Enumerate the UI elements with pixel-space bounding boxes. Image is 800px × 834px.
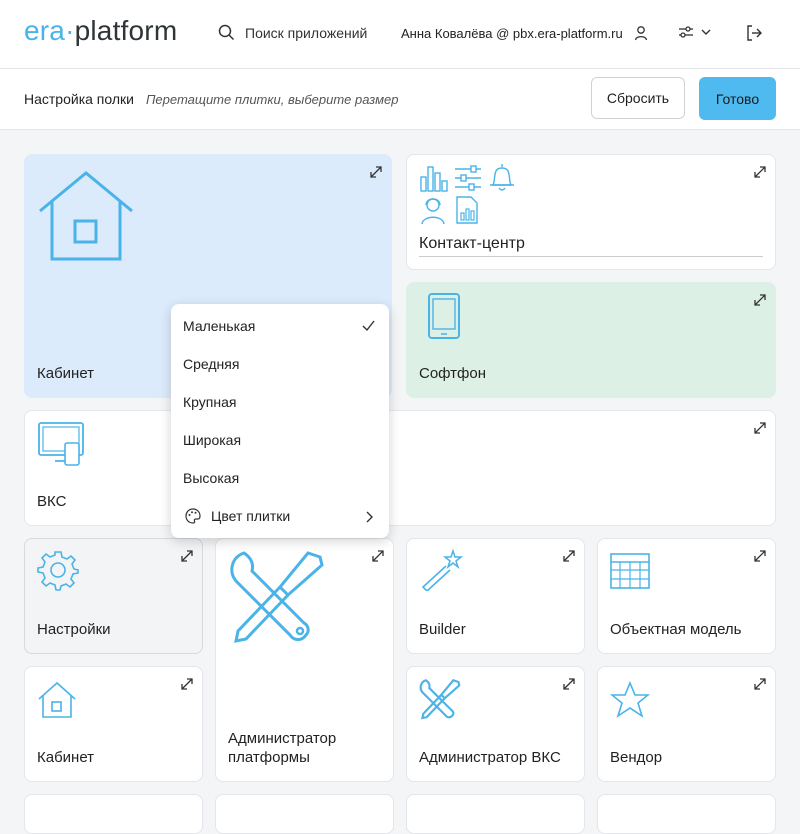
tile-label: Кабинет bbox=[37, 749, 95, 766]
tablet-icon bbox=[428, 293, 460, 339]
menu-item-wide[interactable]: Широкая bbox=[171, 421, 389, 459]
tile-contact-center[interactable]: Контакт-центр bbox=[406, 154, 776, 270]
expand-icon[interactable] bbox=[753, 549, 767, 563]
menu-item-small[interactable]: Маленькая bbox=[171, 307, 389, 345]
tile-label: Контакт-центр bbox=[419, 235, 525, 252]
sliders-icon bbox=[679, 26, 693, 38]
gear-icon bbox=[37, 551, 79, 591]
tile-partial[interactable] bbox=[597, 794, 776, 834]
tools-icon bbox=[419, 679, 461, 720]
tile-admin-vks[interactable]: Администратор ВКС bbox=[406, 666, 585, 782]
expand-icon[interactable] bbox=[371, 549, 385, 563]
expand-icon[interactable] bbox=[753, 421, 767, 435]
operator-icon bbox=[421, 198, 445, 225]
expand-icon[interactable] bbox=[180, 549, 194, 563]
chevron-down-icon bbox=[701, 29, 711, 35]
table-icon bbox=[610, 553, 650, 589]
logout-icon bbox=[747, 25, 762, 41]
tile-label: Софтфон bbox=[419, 365, 487, 382]
tile-vendor[interactable]: Вендор bbox=[597, 666, 776, 782]
tile-vks[interactable]: ВКС bbox=[24, 410, 776, 526]
top-bar: era·platform Поиск приложений Анна Ковал… bbox=[0, 0, 800, 69]
tile-cabinet-small[interactable]: Кабинет bbox=[24, 666, 203, 782]
menu-item-medium[interactable]: Средняя bbox=[171, 345, 389, 383]
check-icon bbox=[362, 320, 375, 332]
palette-icon bbox=[185, 508, 201, 524]
expand-icon[interactable] bbox=[753, 677, 767, 691]
tile-builder[interactable]: Builder bbox=[406, 538, 585, 654]
expand-icon[interactable] bbox=[753, 165, 767, 179]
equalizer-icon bbox=[455, 165, 481, 191]
tile-softphone[interactable]: Софтфон bbox=[406, 282, 776, 398]
divider bbox=[419, 256, 763, 257]
logo[interactable]: era·platform bbox=[24, 15, 177, 47]
menu-item-tall[interactable]: Высокая bbox=[171, 459, 389, 497]
tile-settings[interactable]: Настройки bbox=[24, 538, 203, 654]
expand-icon[interactable] bbox=[753, 293, 767, 307]
tile-label: Кабинет bbox=[37, 365, 95, 382]
tile-label: Администратор ВКС bbox=[419, 749, 561, 766]
tile-object-model[interactable]: Объектная модель bbox=[597, 538, 776, 654]
display-settings-button[interactable] bbox=[678, 24, 712, 40]
shelf-settings-bar: Настройка полки Перетащите плитки, выбер… bbox=[0, 69, 800, 130]
tile-partial[interactable] bbox=[24, 794, 203, 834]
search-icon bbox=[218, 24, 235, 41]
user-icon bbox=[634, 26, 647, 41]
menu-item-tile-color[interactable]: Цвет плитки bbox=[171, 497, 389, 535]
monitor-phone-icon bbox=[38, 422, 84, 466]
tile-label: Администратор платформы bbox=[228, 730, 337, 766]
tile-label: Вендор bbox=[610, 749, 663, 766]
tile-admin-platform[interactable]: Администратор платформы bbox=[215, 538, 394, 782]
bar-chart-icon bbox=[420, 166, 448, 192]
page-hint: Перетащите плитки, выберите размер bbox=[146, 92, 399, 107]
tile-partial[interactable] bbox=[215, 794, 394, 834]
page-title: Настройка полки bbox=[24, 91, 134, 107]
tools-icon bbox=[230, 551, 324, 643]
tile-label: Builder bbox=[419, 621, 466, 638]
house-icon bbox=[39, 171, 133, 261]
bell-icon bbox=[490, 164, 514, 191]
expand-icon[interactable] bbox=[562, 549, 576, 563]
search-apps[interactable]: Поиск приложений bbox=[218, 24, 367, 41]
tile-label: Объектная модель bbox=[610, 621, 742, 638]
expand-icon[interactable] bbox=[369, 165, 383, 179]
search-placeholder: Поиск приложений bbox=[245, 24, 368, 41]
tile-label: ВКС bbox=[37, 493, 67, 510]
tile-label: Настройки bbox=[37, 621, 111, 638]
user-name: Анна Ковалёва @ pbx.era-platform.ru bbox=[401, 25, 623, 41]
star-icon bbox=[610, 681, 650, 718]
chevron-right-icon bbox=[366, 511, 373, 523]
magic-wand-icon bbox=[421, 549, 464, 591]
expand-icon[interactable] bbox=[180, 677, 194, 691]
house-icon bbox=[38, 681, 76, 718]
logout-button[interactable] bbox=[745, 24, 763, 47]
done-button[interactable]: Готово bbox=[699, 77, 776, 120]
tile-size-menu: Маленькая Средняя Крупная Широкая Высока… bbox=[171, 304, 389, 538]
tile-partial[interactable] bbox=[406, 794, 585, 834]
expand-icon[interactable] bbox=[562, 677, 576, 691]
reset-button[interactable]: Сбросить bbox=[591, 77, 685, 119]
report-icon bbox=[456, 196, 478, 224]
user-account[interactable]: Анна Ковалёва @ pbx.era-platform.ru bbox=[401, 25, 649, 41]
menu-item-large[interactable]: Крупная bbox=[171, 383, 389, 421]
